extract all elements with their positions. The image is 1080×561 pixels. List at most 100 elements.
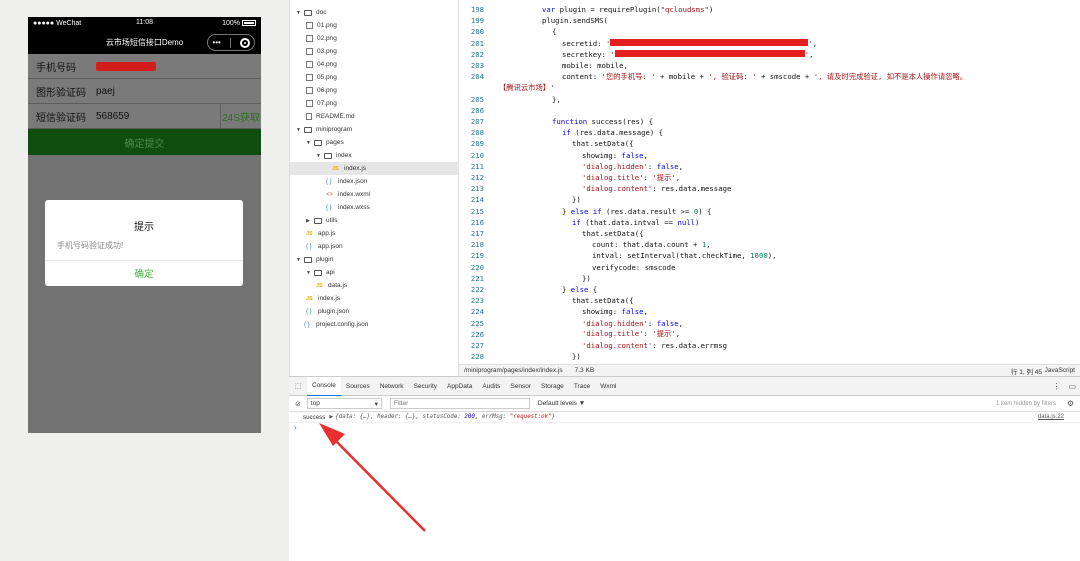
- gear-icon[interactable]: ⚙: [1067, 399, 1074, 408]
- tree-item-folder[interactable]: ▼ pages: [306, 136, 344, 149]
- sms-code-input[interactable]: 568659: [96, 111, 129, 122]
- code-line[interactable]: 209 that.setData({: [459, 138, 634, 149]
- tree-item-folder[interactable]: ▼ api: [306, 266, 335, 279]
- tree-item-folder[interactable]: ▼ plugin: [296, 253, 333, 266]
- img-file-icon: [306, 35, 313, 42]
- code-line[interactable]: 204 content: '您的手机号: ' + mobile + ', 验证码:…: [459, 71, 967, 82]
- code-line[interactable]: 200 {: [459, 26, 557, 37]
- tree-item-img[interactable]: 07.png: [306, 97, 337, 110]
- caret-right-icon[interactable]: ▶: [306, 218, 314, 224]
- code-line[interactable]: 199 plugin.sendSMS(: [459, 15, 608, 26]
- code-line[interactable]: 201 secretid: ' ',: [459, 38, 817, 49]
- code-line[interactable]: 215} else if (res.data.result >= 0) {: [459, 206, 712, 217]
- tree-item-folder[interactable]: ▼ doc: [296, 6, 326, 19]
- code-line[interactable]: 216 if (that.data.intval == null): [459, 217, 700, 228]
- tree-item-img[interactable]: 03.png: [306, 45, 337, 58]
- tree-item-img[interactable]: 04.png: [306, 58, 337, 71]
- code-line[interactable]: 225 'dialog.hidden': false,: [459, 318, 683, 329]
- code-line[interactable]: 220 verifycode: smscode: [459, 262, 676, 273]
- code-line[interactable]: 207 function success(res) {: [459, 116, 653, 127]
- code-line[interactable]: 210 showimg: false,: [459, 150, 648, 161]
- code-line[interactable]: 224 showimg: false,: [459, 306, 648, 317]
- caret-down-icon[interactable]: ▼: [296, 257, 304, 263]
- tab-trace[interactable]: Trace: [569, 377, 595, 396]
- tree-item-img[interactable]: 05.png: [306, 71, 337, 84]
- tree-item-img[interactable]: 01.png: [306, 19, 337, 32]
- tab-wxml[interactable]: Wxml: [595, 377, 621, 396]
- code-line[interactable]: 208 if (res.data.message) {: [459, 127, 663, 138]
- tree-item-css[interactable]: { } index.wxss: [326, 201, 370, 214]
- code-line[interactable]: 226 'dialog.title': '提示',: [459, 329, 680, 340]
- tab-audits[interactable]: Audits: [477, 377, 505, 396]
- phone-number-row[interactable]: 手机号码: [28, 54, 261, 79]
- dialog-confirm-button[interactable]: 确定: [45, 260, 243, 284]
- get-code-button[interactable]: 24S获取: [220, 104, 261, 128]
- code-line[interactable]: 【腾讯云市场】': [459, 82, 554, 93]
- caret-down-icon[interactable]: ▼: [306, 140, 314, 146]
- code-line[interactable]: 205},: [459, 94, 561, 105]
- code-line[interactable]: 212 'dialog.title': '提示',: [459, 172, 680, 183]
- img-file-icon: [306, 22, 313, 29]
- code-line[interactable]: 211 'dialog.hidden': false,: [459, 161, 683, 172]
- caret-down-icon[interactable]: ▼: [306, 270, 314, 276]
- line-number: 226: [470, 329, 484, 339]
- tree-item-js[interactable]: JS index.js: [306, 292, 340, 305]
- code-text: 'dialog.title': '提示',: [582, 329, 681, 339]
- tree-item-js[interactable]: JS index.js: [290, 162, 459, 175]
- caret-down-icon[interactable]: ▼: [316, 153, 324, 159]
- code-text: count: that.data.count + 1,: [592, 240, 711, 250]
- code-line[interactable]: 228}): [459, 351, 581, 362]
- phone-number-input[interactable]: [96, 61, 156, 71]
- tree-item-folder[interactable]: ▶ utils: [306, 214, 338, 227]
- tree-item-xml[interactable]: <> index.wxml: [326, 188, 370, 201]
- code-line[interactable]: 214}): [459, 194, 581, 205]
- tree-item-js[interactable]: JS app.js: [306, 227, 335, 240]
- line-number: 209: [470, 139, 484, 149]
- code-line[interactable]: 219 intval: setInterval(that.checkTime, 1…: [459, 250, 777, 261]
- cursor-position[interactable]: 行 1, 列 45: [1011, 366, 1042, 376]
- captcha-row[interactable]: 图形验证码 paej: [28, 79, 261, 104]
- tree-item-folder[interactable]: ▼ miniprogram: [296, 123, 352, 136]
- language-mode[interactable]: JavaScript: [1045, 367, 1075, 374]
- code-line[interactable]: 221}): [459, 273, 591, 284]
- tab-storage[interactable]: Storage: [536, 377, 569, 396]
- submit-button[interactable]: 确定提交: [28, 129, 261, 155]
- caret-down-icon[interactable]: ▼: [296, 127, 304, 133]
- tree-item-js[interactable]: JS data.js: [316, 279, 347, 292]
- code-line[interactable]: 206: [459, 105, 492, 116]
- caret-down-icon[interactable]: ▼: [296, 10, 304, 16]
- tree-item-json[interactable]: { } plugin.json: [306, 305, 349, 318]
- log-levels-dropdown[interactable]: Default levels ▼: [538, 400, 585, 407]
- dock-icon[interactable]: ▭: [1068, 382, 1076, 391]
- more-icon[interactable]: •••: [212, 38, 220, 47]
- more-options-icon[interactable]: ⋮: [1052, 382, 1060, 391]
- code-line[interactable]: 203 mobile: mobile,: [459, 60, 628, 71]
- tree-item-img[interactable]: 02.png: [306, 32, 337, 45]
- code-line[interactable]: 222} else {: [459, 284, 597, 295]
- code-line[interactable]: 213 'dialog.content': res.data.message: [459, 183, 732, 194]
- close-miniprogram-icon[interactable]: [239, 37, 250, 48]
- folder-file-icon: [304, 256, 312, 263]
- code-editor[interactable]: 198 var plugin = requirePlugin("qcloudsms…: [459, 0, 1080, 364]
- code-line[interactable]: 202 secretkey: ' ',: [459, 49, 814, 60]
- code-line[interactable]: 218 count: that.data.count + 1,: [459, 239, 711, 250]
- captcha-input[interactable]: paej: [96, 86, 115, 97]
- code-line[interactable]: 227 'dialog.content': res.data.errmsg: [459, 340, 727, 351]
- line-number: 216: [470, 217, 484, 227]
- tree-item-json[interactable]: { } index.json: [326, 175, 367, 188]
- tree-item-folder[interactable]: ▼ index: [316, 149, 352, 162]
- capsule-menu[interactable]: •••: [207, 34, 255, 51]
- tree-item-json[interactable]: { } project.config.json: [304, 318, 368, 331]
- code-line[interactable]: 217 that.setData({: [459, 228, 644, 239]
- tab-sensor[interactable]: Sensor: [505, 377, 536, 396]
- tree-item-doc[interactable]: README.md: [306, 110, 355, 123]
- tree-item-label: 04.png: [317, 61, 337, 68]
- tree-item-img[interactable]: 06.png: [306, 84, 337, 97]
- code-line[interactable]: 198 var plugin = requirePlugin("qcloudsms…: [459, 4, 714, 15]
- tree-item-json[interactable]: { } app.json: [306, 240, 343, 253]
- battery-icon: [242, 20, 256, 27]
- code-text: var plugin = requirePlugin("qcloudsms"): [542, 5, 714, 14]
- log-source-link[interactable]: data.js:22: [1038, 414, 1064, 420]
- code-line[interactable]: 223 that.setData({: [459, 295, 634, 306]
- sms-code-row[interactable]: 短信验证码 568659 24S获取: [28, 104, 261, 129]
